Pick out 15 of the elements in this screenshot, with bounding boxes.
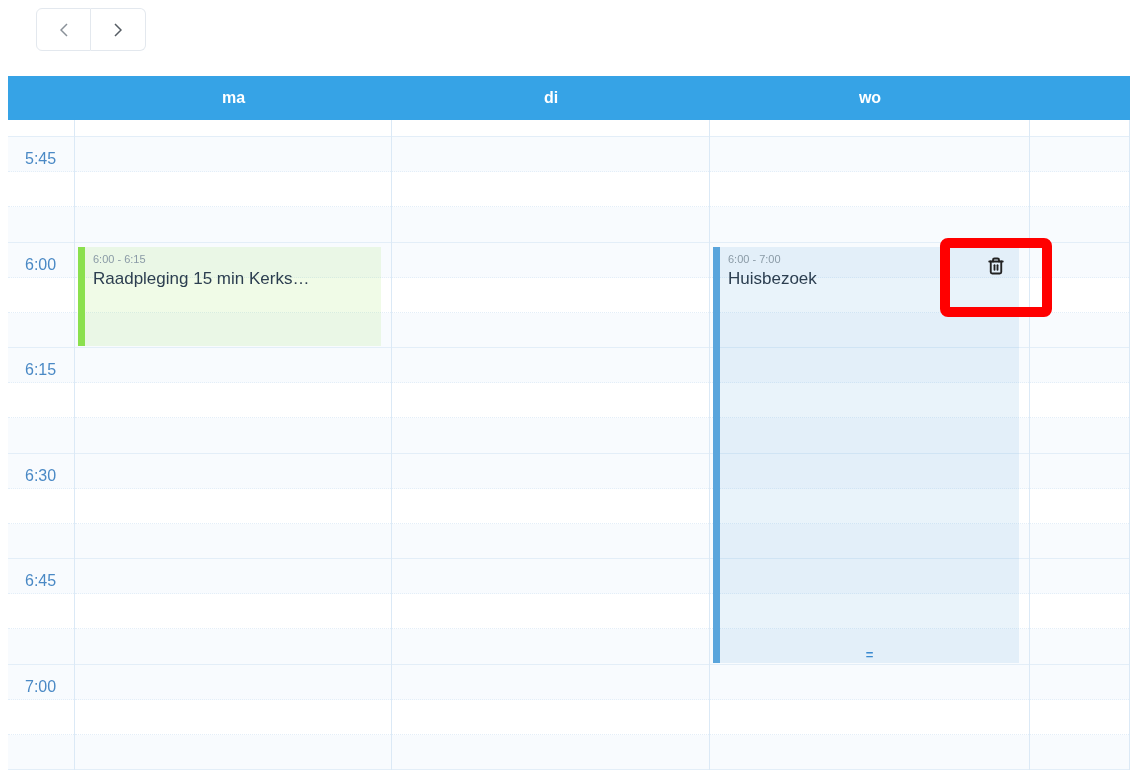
day-header: wo <box>858 88 882 108</box>
time-label: 6:15 <box>25 360 57 380</box>
time-label: 6:00 <box>25 254 57 275</box>
event-title: Huisbezoek <box>728 267 817 290</box>
event-time: 6:00 - 6:15 <box>93 251 146 267</box>
calendar-event[interactable]: 6:00 - 6:15 Raadpleging 15 min Kerks… <box>78 246 381 346</box>
event-time: 6:00 - 7:00 <box>728 251 781 267</box>
time-label: 6:45 <box>25 571 57 591</box>
time-label: 6:30 <box>25 465 57 486</box>
time-label: 5:45 <box>25 149 57 169</box>
day-header: ma <box>221 88 246 108</box>
day-header: di <box>543 88 559 108</box>
calendar-event[interactable]: 6:00 - 7:00 Huisbezoek = <box>713 246 1019 663</box>
event-title: Raadpleging 15 min Kerks… <box>93 267 310 290</box>
time-label: 7:00 <box>25 676 57 697</box>
